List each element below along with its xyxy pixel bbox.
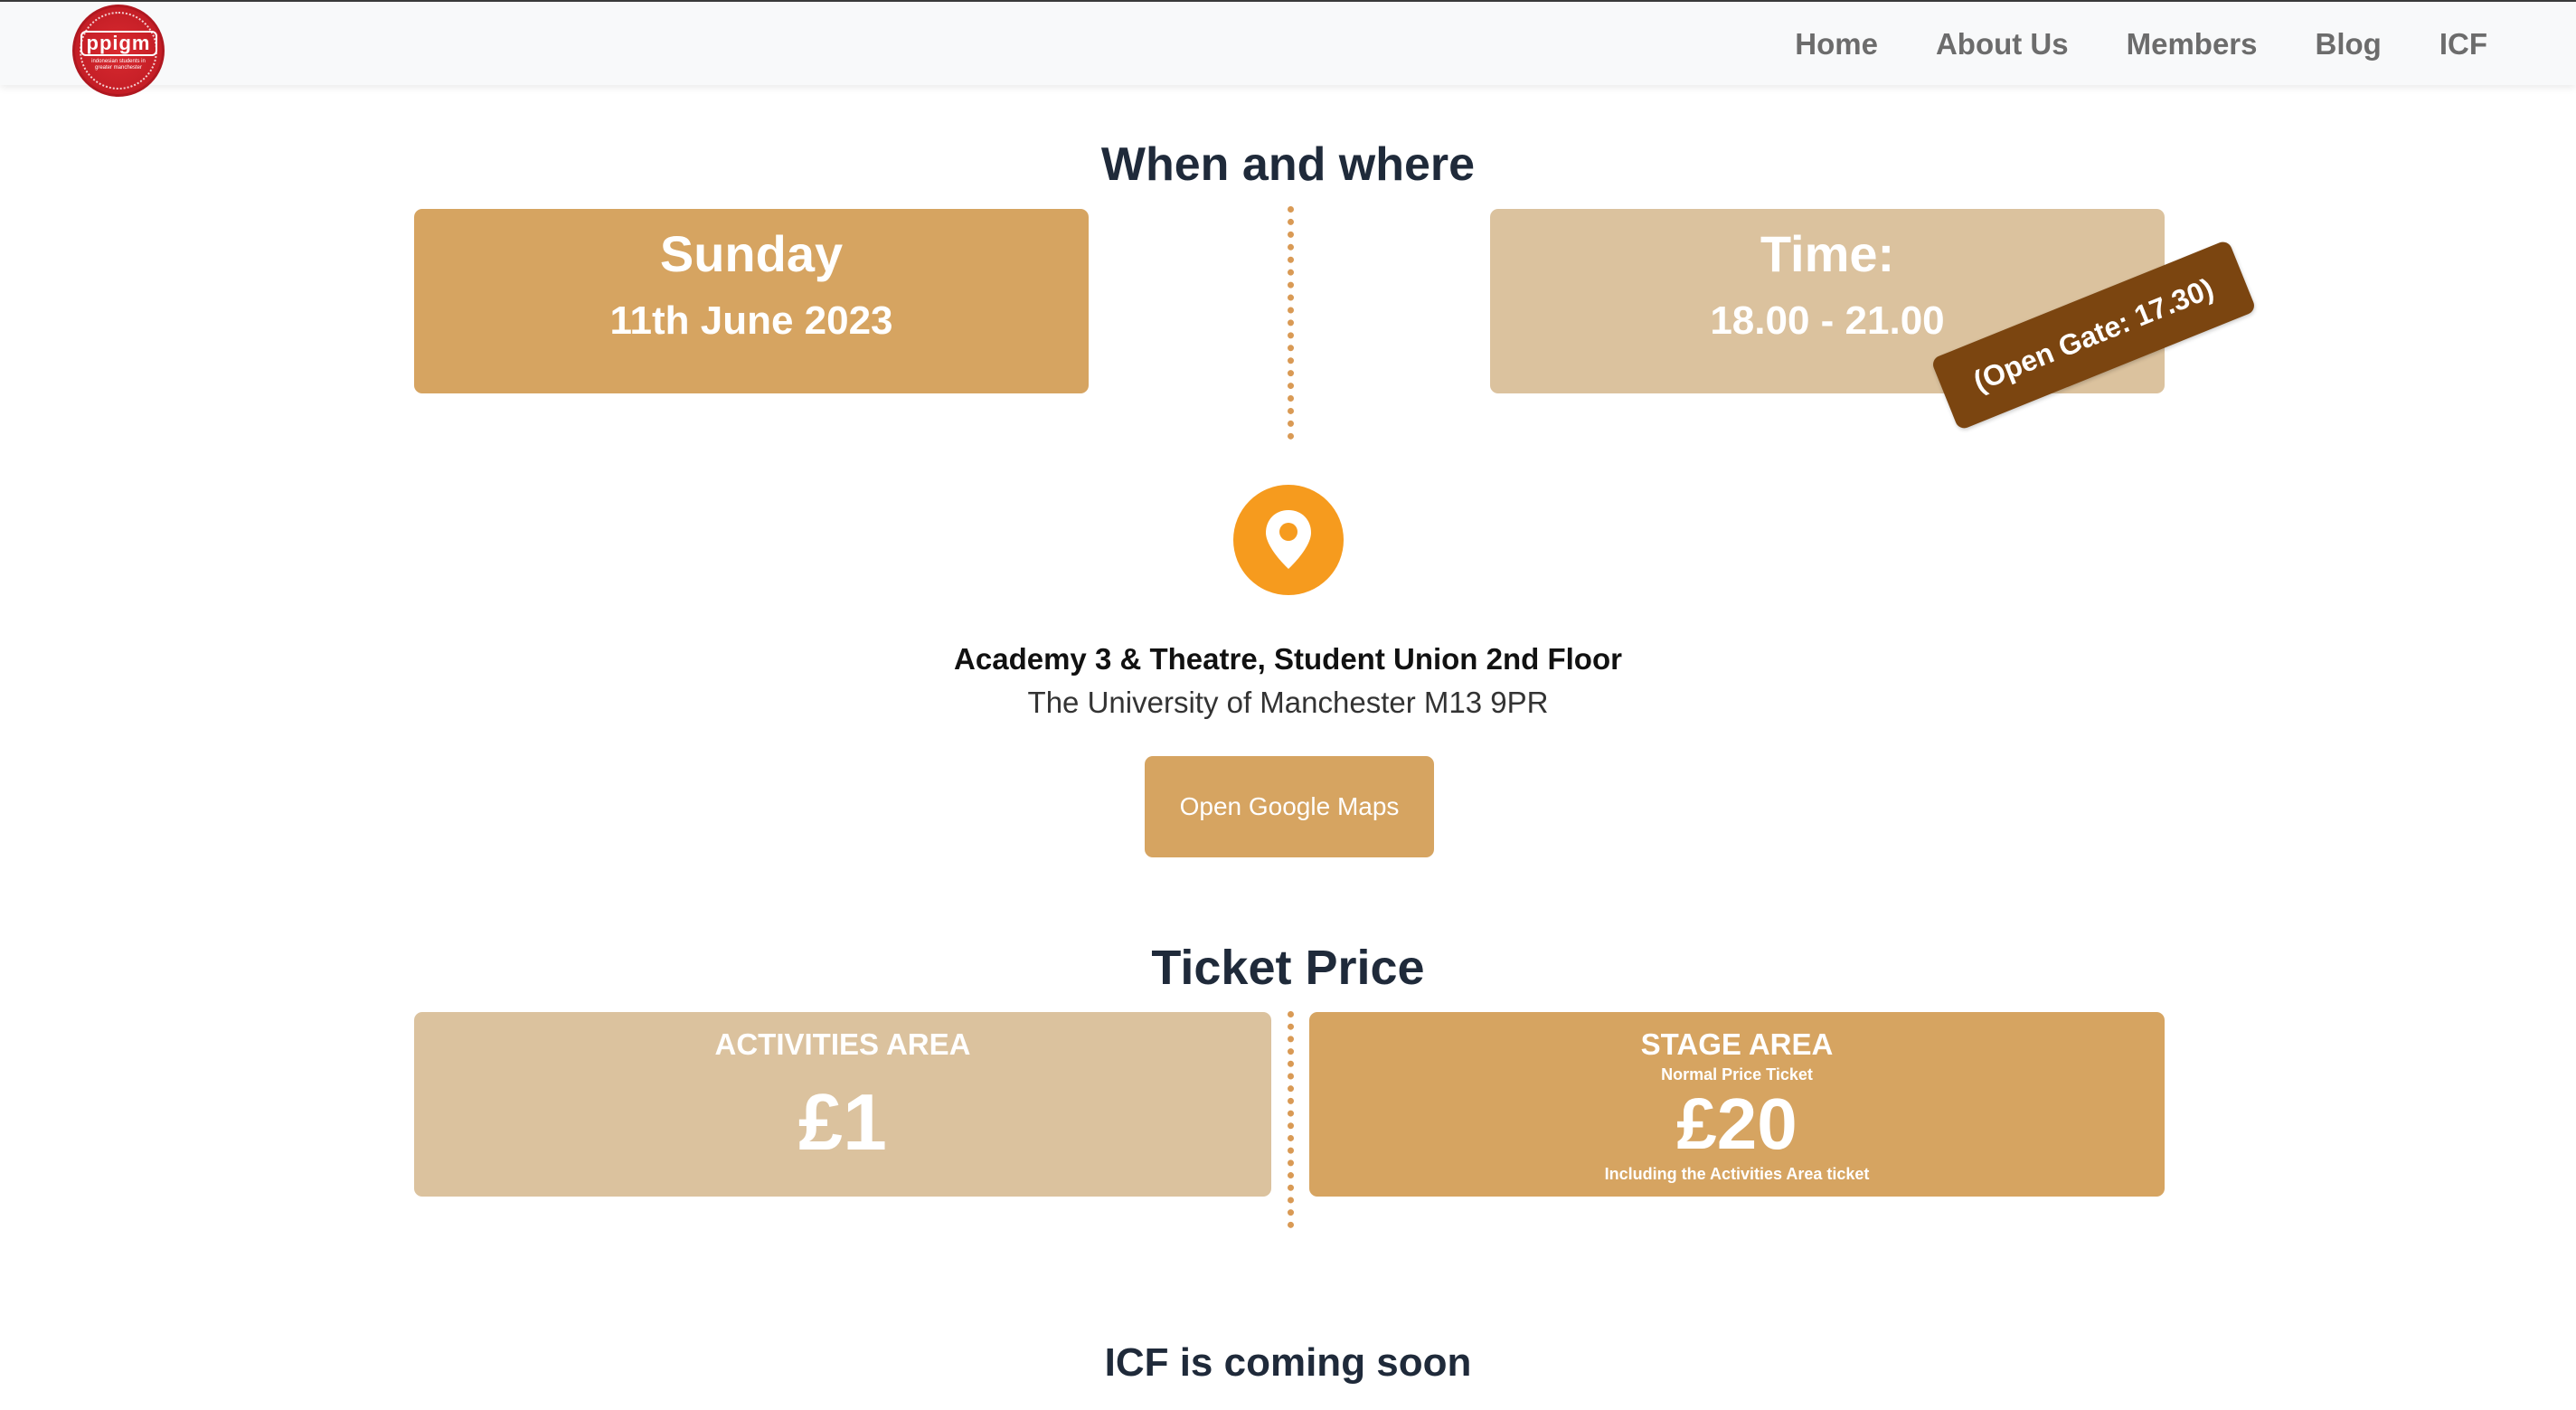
- activities-area-price: £1: [798, 1077, 887, 1167]
- activities-area-card: ACTIVITIES AREA £1: [414, 1012, 1271, 1197]
- nav-link-icf[interactable]: ICF: [2439, 27, 2487, 62]
- when-where-heading: When and where: [1100, 138, 1476, 191]
- ticket-price-heading: Ticket Price: [1151, 941, 1425, 995]
- stage-area-price: £20: [1676, 1084, 1798, 1164]
- coming-soon-heading: ICF is coming soon: [1104, 1340, 1472, 1385]
- dotted-divider: [1288, 206, 1294, 440]
- stage-area-subtitle: Normal Price Ticket: [1661, 1065, 1813, 1084]
- time-value: 18.00 - 21.00: [1710, 298, 1945, 343]
- nav-link-blog[interactable]: Blog: [2316, 27, 2382, 62]
- map-pin-icon: [1233, 485, 1344, 595]
- map-pin-glyph: [1266, 510, 1311, 569]
- date-day: Sunday: [659, 225, 844, 282]
- navbar: ppigm indonesian students in greater man…: [0, 0, 2576, 97]
- open-google-maps-button[interactable]: Open Google Maps: [1145, 756, 1434, 857]
- time-label: Time:: [1760, 225, 1895, 282]
- date-value: 11th June 2023: [609, 298, 893, 343]
- venue-address: The University of Manchester M13 9PR: [1027, 686, 1549, 719]
- stage-area-note: Including the Activities Area ticket: [1604, 1165, 1870, 1183]
- nav-links: Home About Us Members Blog ICF: [1795, 2, 2487, 87]
- logo-text: ppigm: [80, 30, 157, 56]
- activities-area-label: ACTIVITIES AREA: [714, 1027, 971, 1061]
- stage-area-label: STAGE AREA: [1640, 1027, 1834, 1061]
- page: ppigm indonesian students in greater man…: [0, 0, 2576, 1410]
- nav-link-home[interactable]: Home: [1795, 27, 1878, 62]
- logo[interactable]: ppigm indonesian students in greater man…: [72, 5, 165, 97]
- nav-link-members[interactable]: Members: [2127, 27, 2258, 62]
- venue-name: Academy 3 & Theatre, Student Union 2nd F…: [954, 642, 1622, 676]
- date-card: Sunday 11th June 2023: [414, 209, 1089, 393]
- nav-link-about-us[interactable]: About Us: [1936, 27, 2069, 62]
- dotted-divider: [1288, 1011, 1294, 1228]
- logo-tagline: indonesian students in greater mancheste…: [91, 58, 146, 71]
- stage-area-card: STAGE AREA Normal Price Ticket £20 Inclu…: [1309, 1012, 2165, 1197]
